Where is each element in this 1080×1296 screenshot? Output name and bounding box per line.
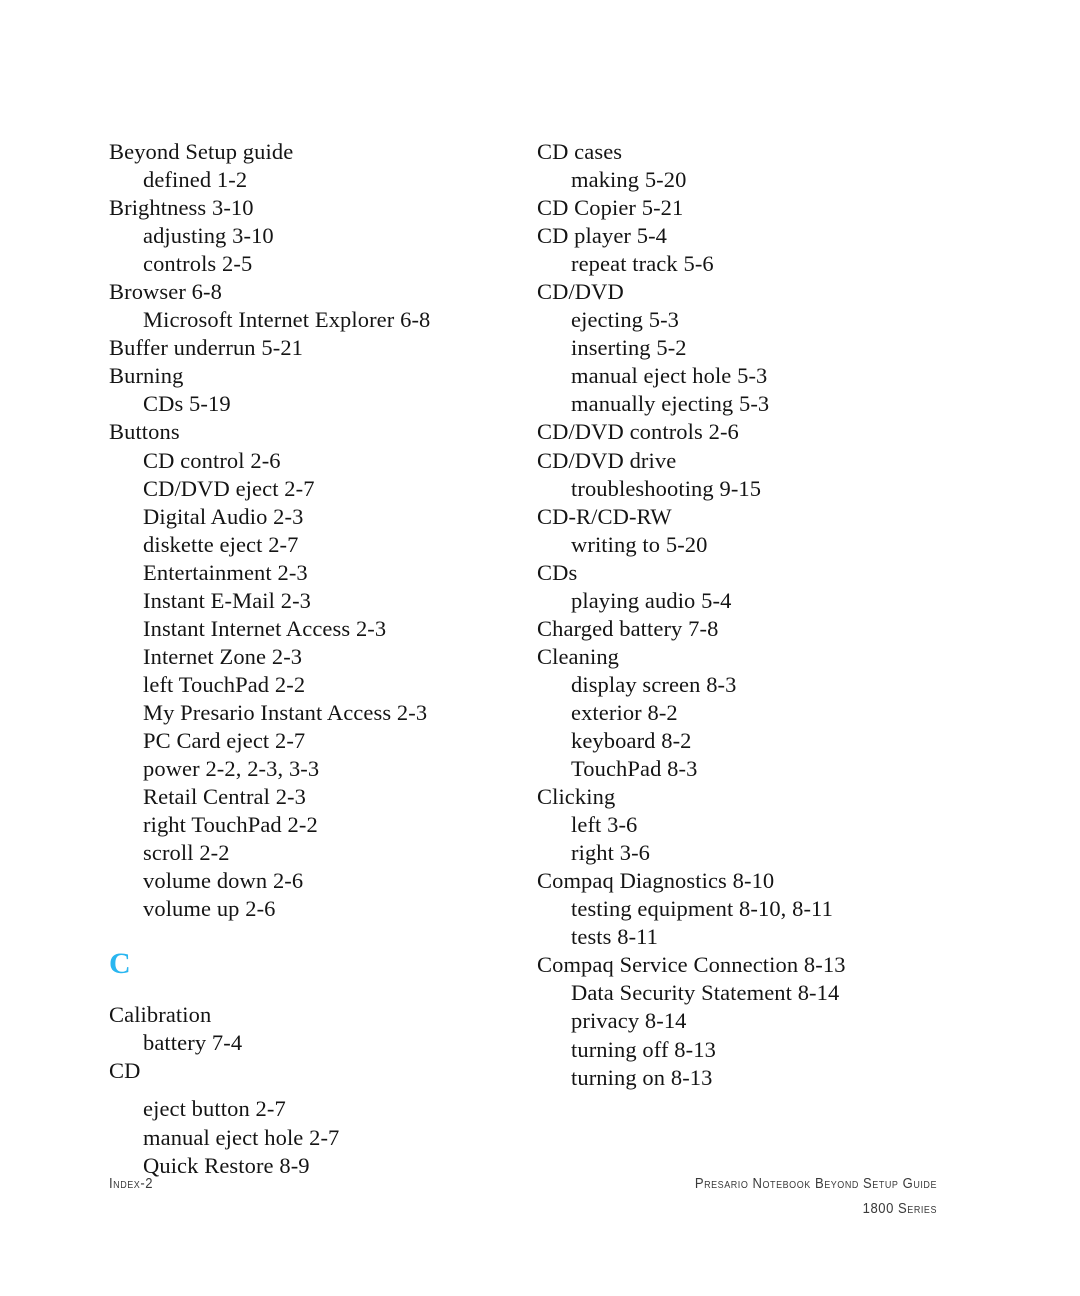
index-subentry: right 3-6 xyxy=(571,840,651,866)
index-subentry: display screen 8-3 xyxy=(571,671,737,697)
index-entry: CD player 5-4 xyxy=(537,223,668,249)
index-subentry: volume down 2-6 xyxy=(143,868,304,894)
index-subentry: testing equipment 8-10, 8-11 xyxy=(571,896,833,922)
index-entry: CD Copier 5-21 xyxy=(537,195,684,221)
index-subentry: left TouchPad 2-2 xyxy=(143,671,306,697)
index-subentry: turning on 8-13 xyxy=(571,1064,713,1090)
index-entry: Browser 6-8 xyxy=(109,279,222,305)
index-subentry: turning off 8-13 xyxy=(571,1036,716,1062)
index-subentry: CD control 2-6 xyxy=(143,447,281,473)
index-entry: CD/DVD xyxy=(537,279,624,305)
index-subentry: Instant E-Mail 2-3 xyxy=(143,587,312,613)
index-subentry: Entertainment 2-3 xyxy=(143,559,308,585)
index-subentry: scroll 2-2 xyxy=(143,840,230,866)
index-subentry: eject button 2-7 xyxy=(143,1096,286,1122)
index-entry: Calibration xyxy=(109,1002,212,1028)
index-subentry: My Presario Instant Access 2-3 xyxy=(143,699,428,725)
index-entry-list-c: Calibration battery 7-4 CD eject button 2-7… xyxy=(109,1001,529,1179)
index-column-right: CD cases making 5-20 CD Copier 5-21 CD play… xyxy=(537,138,957,1092)
index-subentry: troubleshooting 9-15 xyxy=(571,475,762,501)
index-subentry: privacy 8-14 xyxy=(571,1008,687,1034)
index-column-left: Beyond Setup guide defined 1-2 Brightness … xyxy=(109,138,529,1180)
index-subentry: exterior 8-2 xyxy=(571,699,678,725)
footer-page-label: Index-2 xyxy=(109,1176,154,1192)
index-entry: CD/DVD controls 2-6 xyxy=(537,419,739,445)
index-subentry: playing audio 5-4 xyxy=(571,587,732,613)
index-subentry: battery 7-4 xyxy=(143,1030,243,1056)
index-entry: Charged battery 7-8 xyxy=(537,615,719,641)
index-subentry: CDs 5-19 xyxy=(143,391,231,417)
index-subentry: volume up 2-6 xyxy=(143,896,276,922)
index-entry: CD xyxy=(109,1058,141,1084)
index-subentry: diskette eject 2-7 xyxy=(143,531,299,557)
index-subentry: right TouchPad 2-2 xyxy=(143,812,318,838)
index-subentry: CD/DVD eject 2-7 xyxy=(143,475,315,501)
index-entry: Compaq Diagnostics 8-10 xyxy=(537,868,775,894)
footer-series: 1800 Series xyxy=(862,1201,937,1217)
footer-guide-info: Presario Notebook Beyond Setup Guide 180… xyxy=(417,1176,937,1217)
index-subentry: keyboard 8-2 xyxy=(571,727,692,753)
index-entry: Compaq Service Connection 8-13 xyxy=(537,952,846,978)
index-entry: Beyond Setup guide xyxy=(109,139,294,164)
index-subentry: adjusting 3-10 xyxy=(143,223,274,249)
index-subentry: manual eject hole 5-3 xyxy=(571,363,768,389)
index-entry: Brightness 3-10 xyxy=(109,195,254,221)
index-entry: Burning xyxy=(109,363,184,389)
index-subentry: manual eject hole 2-7 xyxy=(143,1124,340,1150)
index-subentry: TouchPad 8-3 xyxy=(571,756,698,782)
index-subentry: tests 8-11 xyxy=(571,924,659,950)
index-entry: CD cases xyxy=(537,139,623,164)
index-subentry: Microsoft Internet Explorer 6-8 xyxy=(143,307,431,333)
footer-guide-title: Presario Notebook Beyond Setup Guide xyxy=(694,1176,937,1192)
index-subentry: inserting 5-2 xyxy=(571,335,687,361)
index-entry: CD/DVD drive xyxy=(537,447,677,473)
index-entry: Cleaning xyxy=(537,643,620,669)
index-subentry: Data Security Statement 8-14 xyxy=(571,980,840,1006)
index-entry: CD-R/CD-RW xyxy=(537,503,672,529)
index-subentry: ejecting 5-3 xyxy=(571,307,680,333)
index-subentry: Digital Audio 2-3 xyxy=(143,503,304,529)
index-subentry: controls 2-5 xyxy=(143,251,253,277)
index-entry: CDs xyxy=(537,559,578,585)
index-subentry: writing to 5-20 xyxy=(571,531,708,557)
index-subentry: manually ejecting 5-3 xyxy=(571,391,770,417)
index-subentry: PC Card eject 2-7 xyxy=(143,727,306,753)
index-entry-list-b: Beyond Setup guide defined 1-2 Brightness … xyxy=(109,138,529,923)
index-subentry: making 5-20 xyxy=(571,167,687,193)
index-subentry: Internet Zone 2-3 xyxy=(143,643,303,669)
index-entry: Buttons xyxy=(109,419,180,445)
section-letter-heading: C xyxy=(109,947,132,981)
index-entry-list-c-continued: CD cases making 5-20 CD Copier 5-21 CD play… xyxy=(537,138,957,1092)
index-subentry: left 3-6 xyxy=(571,812,638,838)
index-subentry: repeat track 5-6 xyxy=(571,251,714,277)
page-footer: Index-2 Presario Notebook Beyond Setup G… xyxy=(0,1176,1080,1246)
index-subentry: Instant Internet Access 2-3 xyxy=(143,615,387,641)
index-entry: Buffer underrun 5-21 xyxy=(109,335,304,361)
index-subentry: power 2-2, 2-3, 3-3 xyxy=(143,756,320,782)
index-page: Beyond Setup guide defined 1-2 Brightness … xyxy=(0,0,1080,1296)
index-subentry: Retail Central 2-3 xyxy=(143,784,307,810)
index-subentry: defined 1-2 xyxy=(143,167,248,193)
index-entry: Clicking xyxy=(537,784,616,810)
